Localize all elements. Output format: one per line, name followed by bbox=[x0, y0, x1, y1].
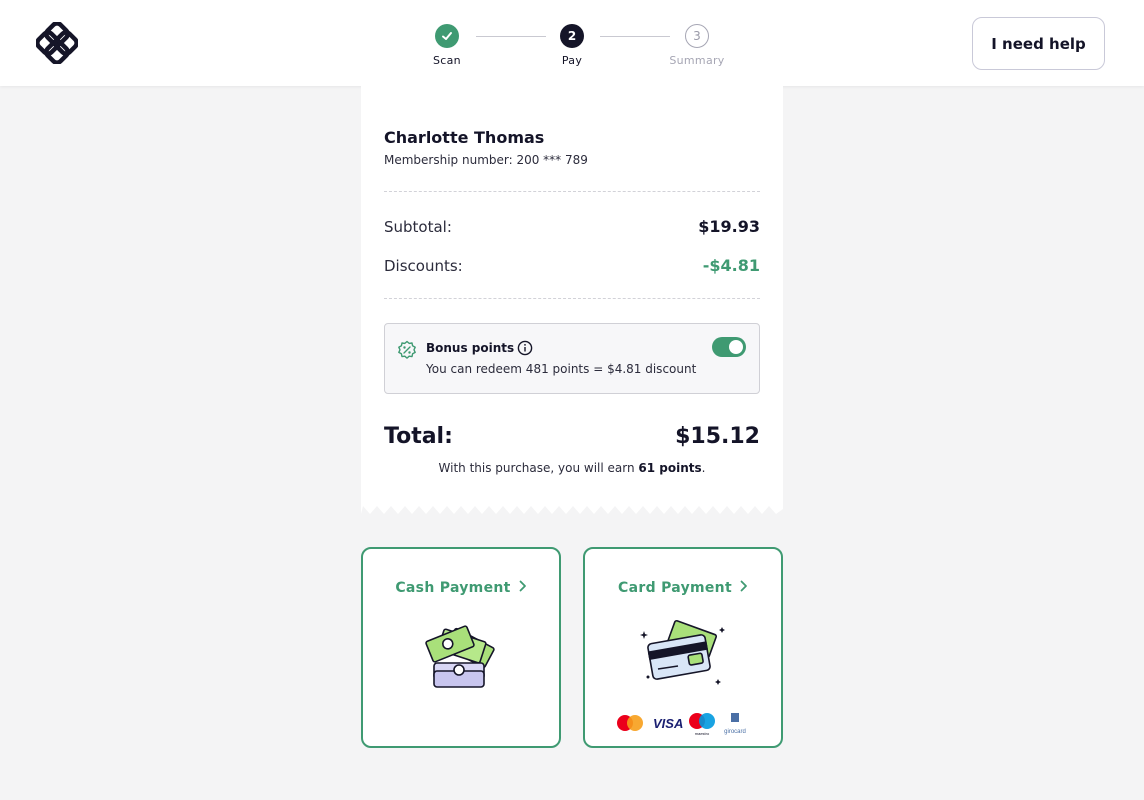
bonus-points-toggle[interactable] bbox=[712, 337, 746, 357]
credit-card-icon bbox=[640, 619, 725, 685]
chevron-right-icon bbox=[519, 580, 527, 596]
step-number: 2 bbox=[560, 24, 584, 48]
toggle-knob bbox=[729, 340, 743, 354]
earn-points: 61 points bbox=[638, 461, 702, 475]
header: Scan 2 Pay 3 Summary I need help bbox=[0, 0, 1144, 86]
card-payment-button[interactable]: Card Payment VISA maestro girocard bbox=[583, 547, 783, 748]
bonus-points-box: Bonus points You can redeem 481 points =… bbox=[384, 323, 760, 394]
help-button[interactable]: I need help bbox=[972, 17, 1105, 70]
cash-payment-button[interactable]: Cash Payment bbox=[361, 547, 561, 748]
membership-number: Membership number: 200 *** 789 bbox=[384, 153, 588, 167]
svg-text:maestro: maestro bbox=[695, 731, 710, 736]
cash-payment-title: Cash Payment bbox=[363, 580, 559, 596]
customer-name: Charlotte Thomas bbox=[384, 128, 545, 147]
discounts-label: Discounts: bbox=[384, 257, 463, 275]
total-label: Total: bbox=[384, 424, 453, 449]
checkmark-icon bbox=[435, 24, 459, 48]
step-summary: 3 Summary bbox=[667, 24, 727, 67]
step-connector bbox=[600, 36, 670, 37]
subtotal-label: Subtotal: bbox=[384, 218, 452, 236]
chevron-right-icon bbox=[740, 580, 748, 596]
girocard-logo-icon: girocard bbox=[724, 713, 746, 735]
bonus-points-description: You can redeem 481 points = $4.81 discou… bbox=[426, 362, 697, 376]
cash-payment-label: Cash Payment bbox=[395, 580, 511, 596]
progress-stepper: Scan 2 Pay 3 Summary bbox=[420, 24, 740, 74]
step-pay: 2 Pay bbox=[542, 24, 602, 67]
visa-logo: VISA bbox=[653, 716, 683, 731]
card-payment-label: Card Payment bbox=[618, 580, 732, 596]
card-payment-title: Card Payment bbox=[585, 580, 781, 596]
bonus-points-title: Bonus points bbox=[426, 341, 515, 355]
card-brands: VISA maestro girocard bbox=[617, 713, 746, 736]
info-icon[interactable] bbox=[517, 340, 533, 356]
earn-prefix: With this purchase, you will earn bbox=[438, 461, 639, 475]
subtotal-value: $19.93 bbox=[698, 217, 760, 236]
step-scan: Scan bbox=[417, 24, 477, 67]
step-label: Scan bbox=[433, 54, 461, 67]
clover-logo-icon[interactable] bbox=[36, 22, 78, 64]
total-value: $15.12 bbox=[675, 424, 760, 449]
mastercard-logo-icon bbox=[617, 715, 643, 731]
earn-points-text: With this purchase, you will earn 61 poi… bbox=[361, 461, 783, 475]
discount-badge-icon bbox=[398, 340, 416, 359]
divider bbox=[384, 298, 760, 299]
receipt-torn-edge bbox=[361, 504, 783, 514]
step-label: Summary bbox=[669, 54, 725, 67]
receipt-panel: Charlotte Thomas Membership number: 200 … bbox=[361, 86, 783, 506]
cash-bills-icon bbox=[425, 625, 495, 688]
earn-suffix: . bbox=[701, 461, 706, 475]
divider bbox=[384, 191, 760, 192]
svg-text:girocard: girocard bbox=[724, 729, 746, 735]
step-label: Pay bbox=[561, 54, 583, 67]
step-number: 3 bbox=[685, 24, 709, 48]
step-connector bbox=[476, 36, 546, 37]
discounts-value: -$4.81 bbox=[702, 256, 760, 275]
maestro-logo-icon: maestro bbox=[689, 713, 715, 736]
